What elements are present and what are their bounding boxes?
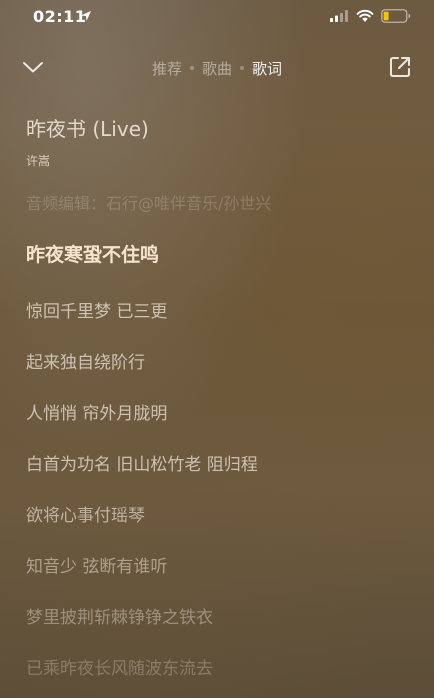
- tab-song[interactable]: 歌曲: [202, 58, 232, 79]
- tab-bar: 推荐 歌曲 歌词: [0, 56, 434, 80]
- tab-lyrics[interactable]: 歌词: [252, 58, 282, 79]
- lyric-line[interactable]: 知音少 弦断有谁听: [26, 552, 167, 577]
- lyric-line[interactable]: 梦里披荆斩棘铮铮之铁衣: [26, 603, 213, 628]
- song-artist: 许嵩: [26, 154, 51, 168]
- lyric-line[interactable]: 已乘昨夜长风随波东流去: [26, 654, 213, 679]
- tab-recommend[interactable]: 推荐: [152, 58, 182, 79]
- signal-icon: [330, 10, 348, 22]
- tab-separator: [189, 66, 194, 70]
- song-title: 昨夜书 (Live): [26, 117, 149, 141]
- lyric-line[interactable]: 起来独自绕阶行: [26, 348, 145, 373]
- lyric-line[interactable]: 欲将心事付瑶琴: [26, 501, 145, 526]
- location-arrow-icon: [81, 11, 91, 21]
- lyric-line-current[interactable]: 昨夜寒蛩不住鸣: [26, 240, 159, 267]
- lyric-line[interactable]: 白首为功名 旧山松竹老 阻归程: [26, 450, 258, 475]
- share-icon[interactable]: [387, 54, 413, 80]
- status-bar: 02:11: [0, 0, 434, 34]
- lyric-line[interactable]: 惊回千里梦 已三更: [26, 297, 167, 322]
- battery-icon: [381, 9, 411, 23]
- audio-credit: 音频编辑：石行@唯伴音乐/孙世兴: [26, 194, 272, 213]
- lyric-line[interactable]: 人悄悄 帘外月胧明: [26, 399, 167, 424]
- tab-separator: [240, 66, 244, 70]
- wifi-icon: [356, 9, 374, 22]
